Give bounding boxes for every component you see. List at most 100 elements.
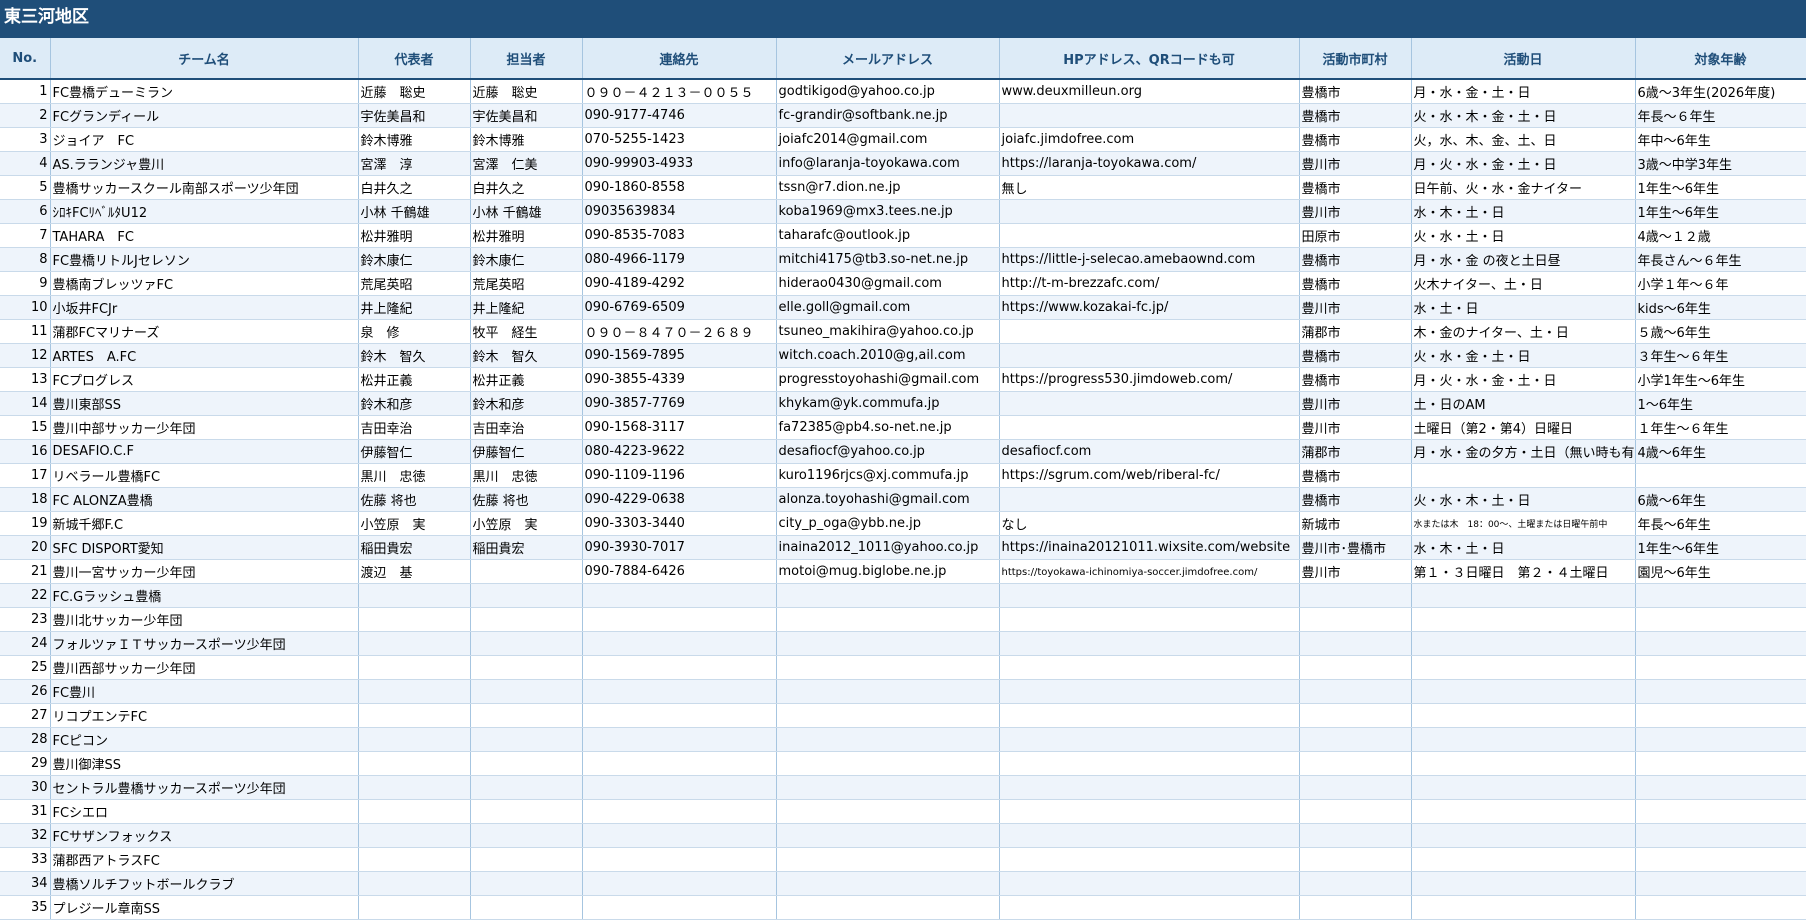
cell-team[interactable]: 豊橋ソルチフットボールクラブ	[50, 871, 359, 896]
cell-age[interactable]	[1635, 775, 1806, 800]
cell-days[interactable]	[1411, 871, 1636, 896]
cell-phone[interactable]: 080-4966-1179	[582, 247, 777, 272]
cell-team[interactable]: 豊川西部サッカー少年団	[50, 655, 359, 680]
cell-rep[interactable]	[358, 727, 471, 752]
cell-hp[interactable]	[999, 871, 1300, 896]
cell-age[interactable]: ３年生～６年生	[1635, 343, 1806, 368]
cell-days[interactable]: 水・木・土・日	[1411, 535, 1636, 560]
cell-rep[interactable]	[358, 799, 471, 824]
cell-email[interactable]	[776, 823, 1000, 848]
cell-no[interactable]: 28	[0, 727, 51, 752]
cell-days[interactable]: 第１・３日曜日 第２・４土曜日	[1411, 559, 1636, 584]
cell-age[interactable]	[1635, 631, 1806, 656]
cell-city[interactable]: 豊川市	[1299, 391, 1412, 416]
cell-age[interactable]: ５歳～6年生	[1635, 319, 1806, 344]
cell-email[interactable]: godtikigod@yahoo.co.jp	[776, 79, 1000, 104]
cell-phone[interactable]: 090-6769-6509	[582, 295, 777, 320]
cell-team[interactable]: FCシエロ	[50, 799, 359, 824]
cell-rep[interactable]: 井上隆紀	[358, 295, 471, 320]
cell-contact_person[interactable]: 鈴木 智久	[470, 343, 583, 368]
cell-phone[interactable]	[582, 703, 777, 728]
cell-age[interactable]: 1年生～6年生	[1635, 175, 1806, 200]
email-link[interactable]: khykam@yk.commufa.jp	[779, 396, 940, 411]
cell-age[interactable]: 6歳～6年生	[1635, 487, 1806, 512]
cell-no[interactable]: 15	[0, 415, 51, 440]
cell-email[interactable]	[776, 775, 1000, 800]
cell-rep[interactable]	[358, 703, 471, 728]
cell-contact_person[interactable]: 松井雅明	[470, 223, 583, 248]
cell-contact_person[interactable]	[470, 727, 583, 752]
cell-city[interactable]: 豊川市	[1299, 295, 1412, 320]
cell-city[interactable]	[1299, 583, 1412, 608]
column-header-phone[interactable]: 連絡先	[582, 38, 777, 80]
cell-phone[interactable]: ０９０－８４７０－２６８９	[582, 319, 777, 344]
cell-email[interactable]: fc-grandir@softbank.ne.jp	[776, 103, 1000, 128]
cell-phone[interactable]	[582, 679, 777, 704]
cell-contact_person[interactable]: 松井正義	[470, 367, 583, 392]
cell-team[interactable]: ARTES A.FC	[50, 343, 359, 368]
cell-contact_person[interactable]: 鈴木和彦	[470, 391, 583, 416]
cell-rep[interactable]: 荒尾英昭	[358, 271, 471, 296]
cell-age[interactable]: １年生～６年生	[1635, 415, 1806, 440]
cell-contact_person[interactable]: 白井久之	[470, 175, 583, 200]
cell-contact_person[interactable]: 荒尾英昭	[470, 271, 583, 296]
homepage-link[interactable]: https://www.kozakai-fc.jp/	[1002, 300, 1169, 315]
cell-team[interactable]: FC ALONZA豊橋	[50, 487, 359, 512]
cell-contact_person[interactable]	[470, 823, 583, 848]
cell-age[interactable]	[1635, 679, 1806, 704]
cell-city[interactable]: 豊橋市	[1299, 367, 1412, 392]
cell-no[interactable]: 18	[0, 487, 51, 512]
cell-team[interactable]: 豊川東部SS	[50, 391, 359, 416]
cell-team[interactable]: SFC DISPORT愛知	[50, 535, 359, 560]
cell-days[interactable]	[1411, 799, 1636, 824]
email-link[interactable]: progresstoyohashi@gmail.com	[779, 372, 980, 387]
email-link[interactable]: koba1969@mx3.tees.ne.jp	[779, 204, 953, 219]
cell-hp[interactable]: https://toyokawa-ichinomiya-soccer.jimdo…	[999, 559, 1300, 584]
cell-city[interactable]: 蒲郡市	[1299, 439, 1412, 464]
cell-no[interactable]: 20	[0, 535, 51, 560]
cell-hp[interactable]: https://progress530.jimdoweb.com/	[999, 367, 1300, 392]
cell-rep[interactable]	[358, 775, 471, 800]
cell-city[interactable]: 豊川市･豊橋市	[1299, 535, 1412, 560]
cell-contact_person[interactable]: 鈴木康仁	[470, 247, 583, 272]
cell-hp[interactable]: https://laranja-toyokawa.com/	[999, 151, 1300, 176]
cell-email[interactable]: witch.coach.2010@g,ail.com	[776, 343, 1000, 368]
cell-no[interactable]: 24	[0, 631, 51, 656]
cell-email[interactable]	[776, 583, 1000, 608]
cell-team[interactable]: ｼﾛｷFCﾘﾍﾞﾙﾀU12	[50, 199, 359, 224]
cell-team[interactable]: ジョイア FC	[50, 127, 359, 152]
cell-days[interactable]	[1411, 679, 1636, 704]
cell-hp[interactable]	[999, 199, 1300, 224]
cell-no[interactable]: 6	[0, 199, 51, 224]
cell-email[interactable]	[776, 607, 1000, 632]
cell-age[interactable]	[1635, 727, 1806, 752]
cell-contact_person[interactable]	[470, 559, 583, 584]
cell-hp[interactable]: http://t-m-brezzafc.com/	[999, 271, 1300, 296]
cell-email[interactable]: elle.goll@gmail.com	[776, 295, 1000, 320]
cell-team[interactable]: プレジール章南SS	[50, 895, 359, 920]
cell-hp[interactable]	[999, 319, 1300, 344]
email-link[interactable]: city_p_oga@ybb.ne.jp	[779, 516, 922, 531]
cell-no[interactable]: 5	[0, 175, 51, 200]
cell-phone[interactable]: 090-1569-7895	[582, 343, 777, 368]
cell-email[interactable]: taharafc@outlook.jp	[776, 223, 1000, 248]
homepage-link[interactable]: https://laranja-toyokawa.com/	[1002, 156, 1197, 171]
cell-phone[interactable]	[582, 583, 777, 608]
cell-team[interactable]: 小坂井FCJr	[50, 295, 359, 320]
cell-contact_person[interactable]: 小林 千鶴雄	[470, 199, 583, 224]
email-link[interactable]: mitchi4175@tb3.so-net.ne.jp	[779, 252, 969, 267]
cell-contact_person[interactable]	[470, 703, 583, 728]
cell-phone[interactable]: 090-99903-4933	[582, 151, 777, 176]
cell-rep[interactable]: 宇佐美昌和	[358, 103, 471, 128]
cell-age[interactable]	[1635, 895, 1806, 920]
cell-email[interactable]: info@laranja-toyokawa.com	[776, 151, 1000, 176]
column-header-rep[interactable]: 代表者	[358, 38, 471, 80]
phone-link[interactable]: 090-99903-4933	[585, 156, 694, 171]
cell-hp[interactable]: https://little-j-selecao.amebaownd.com	[999, 247, 1300, 272]
cell-phone[interactable]: 090-1860-8558	[582, 175, 777, 200]
cell-age[interactable]	[1635, 871, 1806, 896]
cell-days[interactable]: 火木ナイター、土・日	[1411, 271, 1636, 296]
cell-city[interactable]	[1299, 727, 1412, 752]
email-link[interactable]: fa72385@pb4.so-net.ne.jp	[779, 420, 952, 435]
cell-team[interactable]: リベラール豊橋FC	[50, 463, 359, 488]
